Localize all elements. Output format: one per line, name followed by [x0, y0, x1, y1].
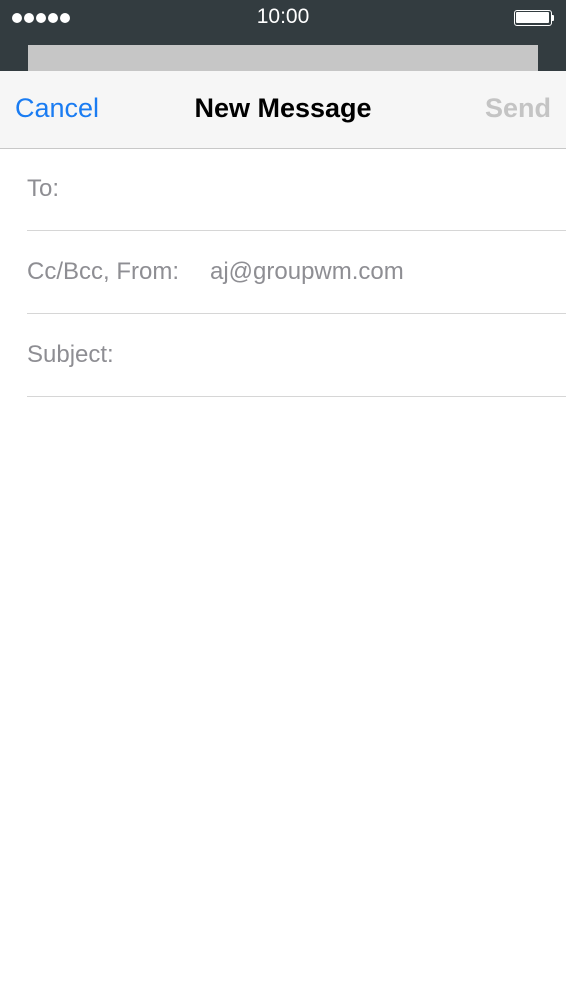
- to-label: To:: [27, 175, 60, 202]
- message-body-input[interactable]: [27, 405, 547, 985]
- background-sheet: [28, 45, 538, 71]
- to-field-row[interactable]: To:: [27, 149, 566, 231]
- navigation-bar: Cancel New Message Send: [0, 71, 566, 149]
- subject-field-row[interactable]: Subject:: [27, 315, 566, 397]
- to-input[interactable]: [71, 167, 551, 211]
- battery-full-icon: [514, 10, 554, 26]
- cc-bcc-from-label: Cc/Bcc, From:: [27, 258, 180, 285]
- from-address-input[interactable]: [210, 250, 550, 294]
- cc-bcc-from-field-row[interactable]: Cc/Bcc, From:: [27, 232, 566, 314]
- send-button[interactable]: Send: [485, 93, 551, 124]
- subject-input[interactable]: [132, 333, 552, 377]
- status-time: 10:00: [256, 5, 310, 28]
- cancel-button[interactable]: Cancel: [15, 93, 99, 124]
- subject-label: Subject:: [27, 341, 114, 368]
